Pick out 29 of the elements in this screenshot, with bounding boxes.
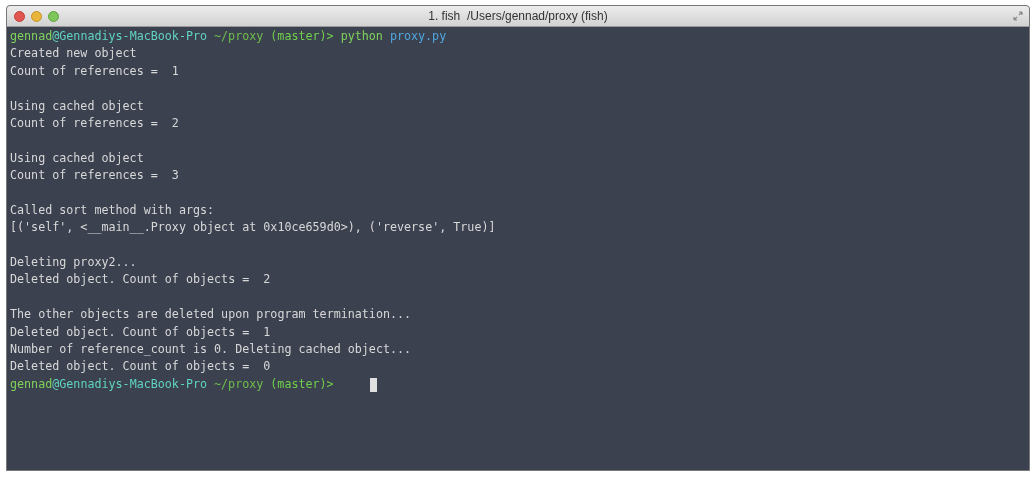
window-title: 1. fish /Users/gennad/proxy (fish) bbox=[428, 9, 608, 23]
prompt-branch: (master)> bbox=[270, 375, 334, 393]
prompt-path: ~/proxy bbox=[214, 28, 264, 45]
output-line: Deleted object. Count of objects = 2 bbox=[10, 271, 271, 289]
output-line: Count of references = 3 bbox=[10, 167, 179, 185]
output-line: Called sort method with args: bbox=[10, 201, 215, 219]
output-line: Deleted object. Count of objects = 0 bbox=[10, 358, 271, 376]
close-button[interactable] bbox=[14, 10, 25, 22]
fullscreen-icon[interactable] bbox=[1013, 11, 1023, 21]
output-line: Deleting proxy2... bbox=[10, 254, 137, 272]
command-argument: proxy.py bbox=[389, 28, 447, 45]
output-line: Using cached object bbox=[10, 149, 144, 167]
output-line: Deleted object. Count of objects = 1 bbox=[10, 323, 271, 341]
prompt-host: @Gennadiys-MacBook-Pro bbox=[52, 28, 208, 45]
zoom-button[interactable] bbox=[48, 10, 59, 22]
prompt-user: gennad bbox=[10, 375, 53, 393]
output-line: Using cached object bbox=[10, 97, 144, 115]
prompt-host: @Gennadiys-MacBook-Pro bbox=[52, 375, 208, 393]
output-line: The other objects are deleted upon program termination... bbox=[10, 306, 412, 324]
prompt-path: ~/proxy bbox=[214, 375, 264, 393]
output-line: [('self', <__main__.Proxy object at 0x10ce659d0>), ('reverse', True)] bbox=[10, 219, 496, 237]
output-line: Number of reference_count is 0. Deleting cached object... bbox=[10, 341, 412, 359]
prompt-branch: (master)> bbox=[270, 28, 334, 45]
command-text: python bbox=[340, 28, 383, 45]
output-line: Count of references = 2 bbox=[10, 114, 179, 132]
prompt-user: gennad bbox=[10, 28, 53, 45]
output-line: Count of references = 1 bbox=[10, 62, 179, 80]
output-line: Created new object bbox=[10, 45, 137, 63]
minimize-button[interactable] bbox=[31, 10, 42, 22]
